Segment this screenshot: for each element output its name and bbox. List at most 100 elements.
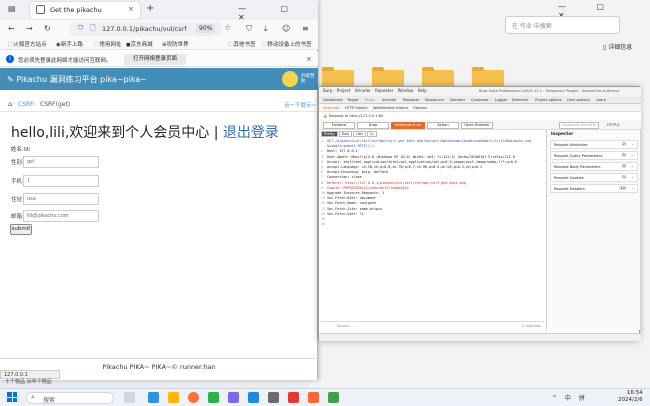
site-title[interactable]: ✎ Pikachu 漏洞练习平台 pika~pika~ — [7, 74, 147, 85]
view-tab-raw[interactable]: Raw — [338, 131, 353, 137]
app-icon[interactable] — [328, 392, 339, 403]
clock[interactable]: 16:54 2024/2/6 — [618, 390, 643, 404]
back-icon[interactable]: ← — [8, 24, 15, 33]
drop-button[interactable]: Drop — [357, 121, 389, 129]
comment-input[interactable]: Comment this item — [559, 121, 599, 129]
explorer-details-button[interactable]: ▯ 详细信息 — [603, 42, 632, 51]
subtab-http-history[interactable]: HTTP history — [345, 106, 368, 110]
close-icon[interactable]: × — [306, 55, 312, 63]
menu-repeater[interactable]: Repeater — [375, 88, 393, 93]
file-explorer-icon[interactable] — [168, 392, 179, 403]
account-icon[interactable]: ☺ — [282, 24, 290, 33]
address-input[interactable] — [23, 193, 99, 205]
bookmark-item[interactable]: 🗀常用网址 — [94, 40, 122, 50]
inspector-headers[interactable]: Request Headers 12 ⌄ — [550, 184, 638, 193]
menu-window[interactable]: Window — [398, 88, 414, 93]
view-tab-pretty[interactable]: Pretty — [321, 131, 338, 137]
tab-intruder[interactable]: Intruder — [382, 98, 396, 102]
pycharm-icon[interactable] — [228, 392, 239, 403]
tab-dashboard[interactable]: Dashboard — [323, 98, 343, 102]
zoom-level[interactable]: 90% — [196, 24, 216, 33]
bookmark-item[interactable]: 🗀其他书签 — [228, 40, 256, 50]
home-icon[interactable]: ⌂ — [8, 100, 12, 108]
bookmark-item[interactable]: ◼京东商城 — [126, 40, 153, 48]
tab-proxy[interactable]: Proxy — [365, 98, 375, 102]
vscode-icon[interactable] — [148, 392, 159, 403]
tab-project-options[interactable]: Project options — [535, 98, 562, 102]
bookmark-item[interactable]: 🗀移动设备上的书签 — [262, 40, 312, 50]
menu-intruder[interactable]: Intruder — [355, 88, 371, 93]
clock-date: 2024/2/6 — [618, 397, 643, 403]
subtab-websockets-history[interactable]: WebSockets history — [373, 106, 408, 110]
browser-tab[interactable]: Get the pikachu × — [30, 2, 140, 19]
system-tray[interactable]: ^ 中 拼 — [552, 393, 588, 402]
task-view-icon[interactable] — [124, 392, 135, 403]
subtab-options[interactable]: Options — [413, 106, 427, 110]
http-version[interactable]: HTTP/1 — [607, 123, 620, 127]
tab-repeater[interactable]: Repeater — [403, 98, 419, 102]
reload-icon[interactable]: ↻ — [44, 24, 51, 33]
new-tab-button[interactable]: + — [146, 3, 154, 14]
request-target: Request to http://127.0.0.1:80 — [329, 113, 384, 118]
taskbar-search-input[interactable]: 搜索 — [26, 392, 114, 404]
logout-link[interactable]: 退出登录 — [223, 125, 279, 141]
request-lines[interactable]: 1 GET /pikachu/vul/csrf/csrfget/csrf_get_… — [321, 139, 545, 227]
burp-icon[interactable] — [308, 392, 319, 403]
breadcrumb-csrf[interactable]: CSRF — [18, 101, 34, 108]
email-input[interactable] — [23, 210, 99, 222]
avatar[interactable] — [282, 71, 298, 87]
bookmark-item[interactable]: ◉新手上路 — [56, 40, 83, 48]
captive-portal-notice: i 您必须先登录此网络才能访问互联网。 打开网络登录页面 × — [0, 52, 318, 67]
view-tab-hex[interactable]: Hex — [353, 131, 367, 137]
menu-burp[interactable]: Burp — [323, 88, 332, 93]
bookmark-star-icon[interactable]: ☆ — [224, 23, 231, 32]
download-icon[interactable]: ⤓ — [264, 24, 268, 34]
terminal-icon[interactable] — [268, 392, 279, 403]
bookmark-item[interactable]: 🗀火狐官方站点 — [8, 40, 47, 50]
page-info-icon[interactable]: 🗋 — [90, 24, 96, 35]
tab-decoder[interactable]: Decoder — [450, 98, 465, 102]
burp-menu-bar[interactable]: Burp Project Intruder Repeater Window He… — [323, 88, 427, 93]
tab-close-icon[interactable]: × — [128, 5, 134, 13]
request-editor[interactable]: Pretty Raw Hex \n 1 GET /pikachu/vul/csrf/cs… — [319, 130, 547, 330]
intercept-toggle-button[interactable]: Intercept is on — [391, 121, 425, 129]
app-icon[interactable] — [208, 392, 219, 403]
save-pocket-icon[interactable]: ⛉ — [246, 24, 252, 34]
tab-sequencer[interactable]: Sequencer — [425, 98, 444, 102]
windows-start-icon[interactable] — [7, 392, 17, 402]
forward-button[interactable]: Forward — [323, 121, 355, 129]
explorer-search-input[interactable]: 在 作业 中搜索 — [505, 16, 620, 34]
tab-target[interactable]: Target — [347, 98, 358, 102]
tab-comparer[interactable]: Comparer — [471, 98, 489, 102]
menu-project[interactable]: Project — [337, 88, 351, 93]
tab-logger[interactable]: Logger — [495, 98, 507, 102]
sidebar-icon[interactable]: ▤ — [8, 4, 16, 13]
tab-extender[interactable]: Extender — [512, 98, 528, 102]
inspector-cookies[interactable]: Request Cookies 1 ⌄ — [550, 173, 638, 182]
inspector-body-params[interactable]: Request Body Parameters 0 ⌄ — [550, 162, 638, 171]
action-button[interactable]: Action — [427, 121, 459, 129]
shield-icon[interactable]: ⛉ — [78, 24, 83, 33]
open-browser-button[interactable]: Open Browser — [461, 121, 493, 129]
editor-search-input[interactable]: Search... — [337, 324, 353, 328]
gender-input[interactable] — [23, 156, 99, 168]
app-icon[interactable] — [248, 392, 259, 403]
app-icon[interactable] — [288, 392, 299, 403]
tab-learn[interactable]: Learn — [596, 98, 606, 102]
bookmark-item[interactable]: ⊕攻防世界 — [162, 40, 189, 48]
inspector-request-attributes[interactable]: Request Attributes 2 ⌄ — [550, 140, 638, 149]
submit-button[interactable]: submit — [10, 224, 32, 235]
forward-icon[interactable]: → — [26, 24, 33, 33]
open-login-page-button[interactable]: 打开网络登录页面 — [124, 54, 186, 65]
firefox-icon[interactable] — [188, 392, 199, 403]
view-tab-newline[interactable]: \n — [367, 131, 377, 137]
subtab-intercept[interactable]: Intercept — [323, 106, 339, 110]
hint-link[interactable]: 点一下提示~ — [284, 101, 316, 109]
menu-icon[interactable]: ≡ — [302, 24, 309, 33]
phone-input[interactable] — [23, 175, 99, 187]
editor-search-bar[interactable]: Search... 0 matches — [321, 321, 545, 329]
tab-user-options[interactable]: User options — [567, 98, 590, 102]
inspector-query-params[interactable]: Request Query Parameters 5 ⌄ — [550, 151, 638, 160]
info-icon: i — [6, 55, 14, 63]
menu-help[interactable]: Help — [418, 88, 427, 93]
